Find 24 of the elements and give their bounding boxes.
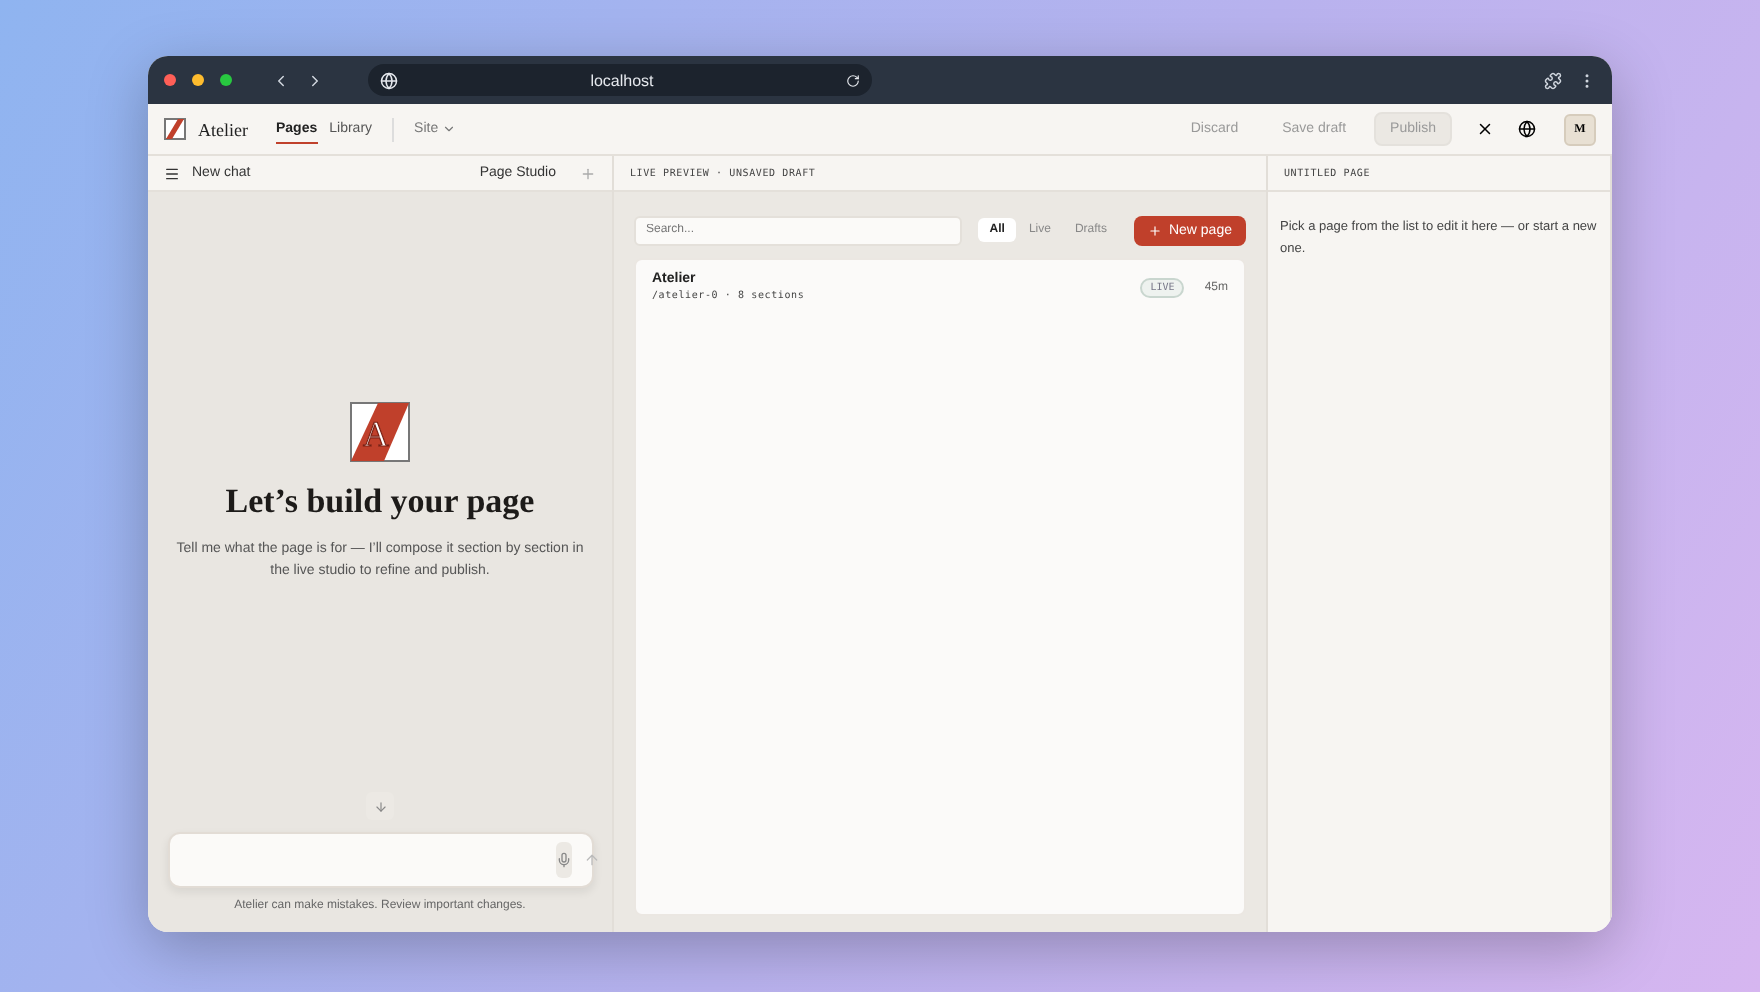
minimize-dot[interactable]	[192, 74, 204, 86]
message-input[interactable]	[167, 832, 593, 888]
brand-name: Atelier	[198, 119, 248, 139]
microphone-button[interactable]	[555, 842, 571, 878]
microphone-icon	[555, 852, 571, 868]
extensions-icon[interactable]	[1544, 71, 1562, 89]
forward-icon[interactable]	[306, 71, 324, 89]
chevron-down-icon	[442, 122, 457, 136]
close-dot[interactable]	[164, 74, 176, 86]
back-icon[interactable]	[272, 71, 290, 89]
arrow-down-icon	[373, 799, 387, 813]
arrow-up-icon	[583, 852, 599, 868]
reload-icon[interactable]	[846, 73, 860, 87]
logo-icon: A	[350, 401, 410, 462]
globe-icon[interactable]	[1518, 120, 1536, 138]
close-icon[interactable]	[1476, 120, 1494, 138]
address-bar[interactable]: localhost	[368, 64, 872, 96]
zoom-dot[interactable]	[220, 74, 232, 86]
url-text: localhost	[588, 71, 656, 89]
menu-icon[interactable]	[164, 165, 180, 181]
globe-icon	[380, 71, 398, 89]
logo-icon	[164, 118, 186, 140]
plus-icon	[1148, 223, 1163, 237]
welcome-heading: Let’s build your page	[225, 481, 535, 522]
